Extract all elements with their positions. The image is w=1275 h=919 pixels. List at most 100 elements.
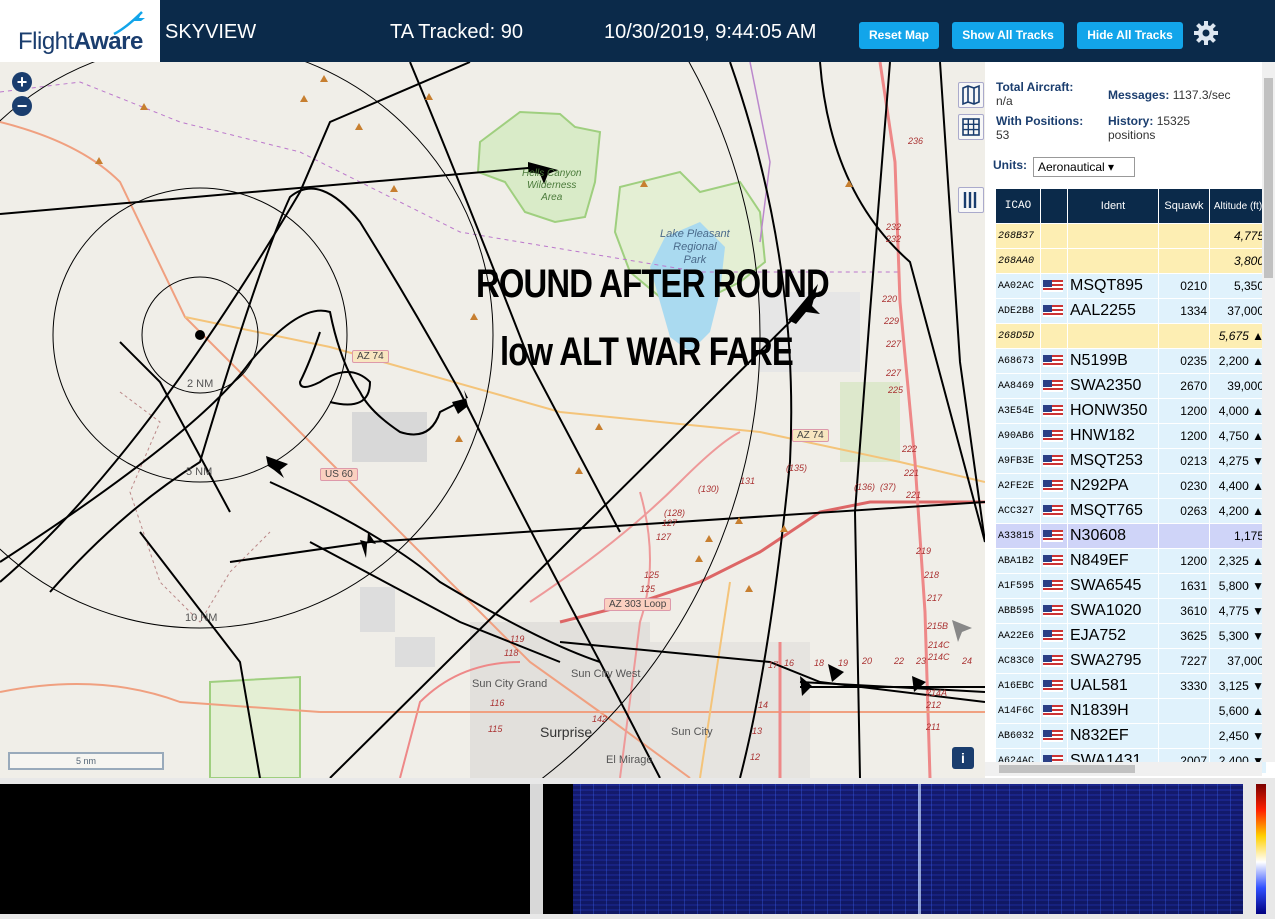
table-row[interactable]: A68673 N5199B 0235 2,200 ▲ bbox=[995, 348, 1267, 374]
map-layers-icon[interactable] bbox=[958, 82, 984, 108]
row-ident: N30608 bbox=[1067, 523, 1159, 549]
road-shield-az74: AZ 74 bbox=[352, 350, 389, 363]
table-row[interactable]: AB6032 N832EF 2,450 ▼ bbox=[995, 723, 1267, 749]
ring-label-5nm: 5 NM bbox=[186, 466, 213, 478]
road-number: 222 bbox=[902, 444, 918, 454]
table-row[interactable]: AA22E6 EJA752 3625 5,300 ▼ bbox=[995, 623, 1267, 649]
row-icao: 268B37 bbox=[995, 223, 1041, 249]
col-altitude[interactable]: Altitude (ft) bbox=[1209, 188, 1267, 224]
table-row[interactable]: AA8469 SWA2350 2670 39,000 bbox=[995, 373, 1267, 399]
map-view[interactable]: + − 2 NM 5 NM 10 NM Hells Canyon Wildern… bbox=[0, 62, 985, 778]
row-icao: ABB595 bbox=[995, 598, 1041, 624]
table-row[interactable]: ACC327 MSQT765 0263 4,200 ▲ bbox=[995, 498, 1267, 524]
road-number: 14 bbox=[758, 700, 769, 710]
row-altitude: 4,000 ▲ bbox=[1209, 398, 1267, 424]
app-title: SKYVIEW bbox=[165, 21, 257, 43]
table-row[interactable]: 268AA0 3,800 bbox=[995, 248, 1267, 274]
row-altitude: 5,300 ▼ bbox=[1209, 623, 1267, 649]
road-number: 115 bbox=[488, 724, 503, 734]
table-row[interactable]: A2FE2E N292PA 0230 4,400 ▲ bbox=[995, 473, 1267, 499]
us-flag-icon bbox=[1043, 630, 1063, 643]
units-select[interactable]: Aeronautical ▾ bbox=[1033, 157, 1135, 177]
table-row[interactable]: ABA1B2 N849EF 1200 2,325 ▲ bbox=[995, 548, 1267, 574]
table-row[interactable]: AC83C0 SWA2795 7227 37,000 bbox=[995, 648, 1267, 674]
road-number: 221 bbox=[904, 468, 920, 478]
show-all-tracks-button[interactable]: Show All Tracks bbox=[952, 22, 1064, 49]
flag-icon bbox=[1040, 423, 1068, 449]
row-ident: N292PA bbox=[1067, 473, 1159, 499]
ring-label-10nm: 10 NM bbox=[185, 612, 218, 624]
messages-stat: Messages: 1137.3/sec bbox=[1108, 88, 1231, 102]
row-squawk: 1200 bbox=[1158, 548, 1210, 574]
table-row[interactable]: A90AB6 HNW182 1200 4,750 ▲ bbox=[995, 423, 1267, 449]
table-row[interactable]: ADE2B8 AAL2255 1334 37,000 bbox=[995, 298, 1267, 324]
table-row[interactable]: ABB595 SWA1020 3610 4,775 ▼ bbox=[995, 598, 1267, 624]
row-altitude: 4,200 ▲ bbox=[1209, 498, 1267, 524]
flag-icon bbox=[1040, 598, 1068, 624]
panel-horizontal-scrollbar[interactable] bbox=[985, 762, 1262, 776]
row-altitude: 5,675 ▲ bbox=[1209, 323, 1267, 349]
road-shield-az74-east: AZ 74 bbox=[792, 429, 829, 442]
panel-vertical-scrollbar[interactable] bbox=[1262, 62, 1275, 762]
us-flag-icon bbox=[1043, 705, 1063, 718]
flag-icon bbox=[1040, 248, 1068, 274]
table-row[interactable]: 268D5D 5,675 ▲ bbox=[995, 323, 1267, 349]
road-number: 221 bbox=[906, 490, 922, 500]
overlay-caption-line1: ROUND AFTER ROUND bbox=[476, 262, 830, 306]
table-row[interactable]: A33815 N30608 1,175 bbox=[995, 523, 1267, 549]
road-number: 131 bbox=[740, 476, 756, 486]
row-icao: A1F595 bbox=[995, 573, 1041, 599]
info-button[interactable]: i bbox=[952, 747, 974, 769]
row-ident: MSQT765 bbox=[1067, 498, 1159, 524]
waterfall-divider[interactable] bbox=[530, 784, 543, 914]
us-flag-icon bbox=[1043, 280, 1063, 293]
waterfall-edge bbox=[543, 784, 573, 914]
col-ident[interactable]: Ident bbox=[1067, 188, 1159, 224]
table-row[interactable]: 268B37 4,775 bbox=[995, 223, 1267, 249]
row-altitude: 2,200 ▲ bbox=[1209, 348, 1267, 374]
road-number: 220 bbox=[882, 294, 898, 304]
map-canvas[interactable] bbox=[0, 62, 985, 778]
hide-all-tracks-button[interactable]: Hide All Tracks bbox=[1077, 22, 1183, 49]
aircraft-panel: Total Aircraft: n/a With Positions: 53 Mes… bbox=[985, 62, 1275, 778]
flag-icon bbox=[1040, 548, 1068, 574]
flag-icon bbox=[1040, 523, 1068, 549]
grid-icon[interactable] bbox=[958, 114, 984, 140]
us-flag-icon bbox=[1043, 355, 1063, 368]
road-number: 127 bbox=[656, 532, 672, 542]
road-number: 225 bbox=[888, 385, 904, 395]
col-icao[interactable]: ICAO bbox=[995, 188, 1041, 224]
spectrum-waterfall bbox=[0, 778, 1275, 919]
table-row[interactable]: A16EBC UAL581 3330 3,125 ▼ bbox=[995, 673, 1267, 699]
road-number: 229 bbox=[884, 316, 900, 326]
col-flag[interactable] bbox=[1040, 188, 1068, 224]
us-flag-icon bbox=[1043, 505, 1063, 518]
scroll-thumb[interactable] bbox=[1264, 78, 1273, 278]
us-flag-icon bbox=[1043, 480, 1063, 493]
row-altitude: 2,325 ▲ bbox=[1209, 548, 1267, 574]
table-row[interactable]: AA02AC MSQT895 0210 5,350 bbox=[995, 273, 1267, 299]
row-ident: HNW182 bbox=[1067, 423, 1159, 449]
panel-toggle-icon[interactable] bbox=[958, 187, 984, 213]
ring-label-2nm: 2 NM bbox=[187, 378, 214, 390]
row-altitude: 4,400 ▲ bbox=[1209, 473, 1267, 499]
col-squawk[interactable]: Squawk bbox=[1158, 188, 1210, 224]
flag-icon bbox=[1040, 223, 1068, 249]
us-flag-icon bbox=[1043, 380, 1063, 393]
table-row[interactable]: A1F595 SWA6545 1631 5,800 ▼ bbox=[995, 573, 1267, 599]
table-row[interactable]: A14F6C N1839H 5,600 ▲ bbox=[995, 698, 1267, 724]
row-squawk: 2670 bbox=[1158, 373, 1210, 399]
table-row[interactable]: A3E54E HONW350 1200 4,000 ▲ bbox=[995, 398, 1267, 424]
row-altitude: 5,600 ▲ bbox=[1209, 698, 1267, 724]
road-number: 212 bbox=[926, 700, 942, 710]
table-row[interactable]: A9FB3E MSQT253 0213 4,275 ▼ bbox=[995, 448, 1267, 474]
reset-map-button[interactable]: Reset Map bbox=[859, 22, 939, 49]
flag-icon bbox=[1040, 298, 1068, 324]
flag-icon bbox=[1040, 498, 1068, 524]
scroll-thumb[interactable] bbox=[999, 765, 1135, 773]
gear-icon[interactable] bbox=[1193, 20, 1219, 46]
flightaware-logo[interactable]: FlightAware bbox=[0, 0, 160, 62]
zoom-in-button[interactable]: + bbox=[12, 72, 32, 92]
zoom-out-button[interactable]: − bbox=[12, 96, 32, 116]
flag-icon bbox=[1040, 573, 1068, 599]
